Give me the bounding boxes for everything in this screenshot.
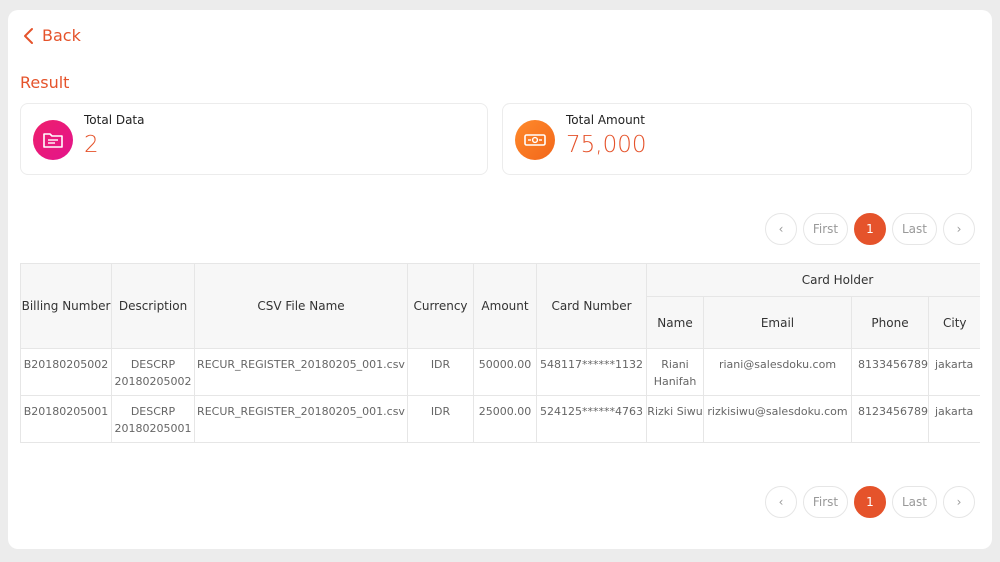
cell-city: jakarta [927,395,980,443]
pagination-top: ‹ First 1 Last › [765,213,975,245]
cell-phone: 8123456789 [851,395,929,443]
cell-amount: 25000.00 [473,395,537,443]
cell-csv-file-name: RECUR_REGISTER_20180205_001.csv [194,348,408,396]
result-table-container[interactable]: Billing Number Description CSV File Name… [20,263,980,445]
cell-csv-file-name: RECUR_REGISTER_20180205_001.csv [194,395,408,443]
total-data-label: Total Data [84,113,145,127]
back-label: Back [42,26,81,45]
cell-description: DESCRP 20180205001 [111,395,195,443]
cell-currency: IDR [407,395,474,443]
header-name: Name [646,296,704,349]
cell-description: DESCRP 20180205002 [111,348,195,396]
cell-name: Riani Hanifah [646,348,704,396]
cell-billing-number: B20180205001 [20,395,112,443]
current-page-button[interactable]: 1 [854,486,886,518]
header-amount: Amount [473,263,537,349]
total-amount-card: Total Amount 75,000 [502,103,972,175]
header-currency: Currency [407,263,474,349]
first-page-button[interactable]: First [803,213,848,245]
back-button[interactable]: Back [22,26,81,45]
cell-phone: 8133456789 [851,348,929,396]
result-table: Billing Number Description CSV File Name… [20,263,980,443]
header-card-holder: Card Holder [645,263,980,297]
cell-card-number: 548117******1132 [536,348,647,396]
cell-amount: 50000.00 [473,348,537,396]
chevron-left-icon [22,27,34,45]
cell-currency: IDR [407,348,474,396]
header-city: City [927,296,980,349]
cell-email: rizkisiwu@salesdoku.com [703,395,852,443]
last-page-button[interactable]: Last [892,486,937,518]
pagination-bottom: ‹ First 1 Last › [765,486,975,518]
result-title: Result [20,73,70,92]
total-data-card: Total Data 2 [20,103,488,175]
header-description: Description [111,263,195,349]
table-row: B20180205002 DESCRP 20180205002 RECUR_RE… [20,348,980,396]
header-csv-file-name: CSV File Name [194,263,408,349]
prev-page-button[interactable]: ‹ [765,486,797,518]
total-data-value: 2 [84,132,99,158]
total-amount-label: Total Amount [566,113,645,127]
total-amount-value: 75,000 [566,132,647,158]
next-page-button[interactable]: › [943,486,975,518]
first-page-button[interactable]: First [803,486,848,518]
header-card-number: Card Number [536,263,647,349]
prev-page-button[interactable]: ‹ [765,213,797,245]
money-icon [515,120,555,160]
header-phone: Phone [851,296,929,349]
next-page-button[interactable]: › [943,213,975,245]
cell-name: Rizki Siwu [646,395,704,443]
cell-billing-number: B20180205002 [20,348,112,396]
last-page-button[interactable]: Last [892,213,937,245]
document-icon [33,120,73,160]
header-billing-number: Billing Number [20,263,112,349]
table-row: B20180205001 DESCRP 20180205001 RECUR_RE… [20,395,980,443]
result-card: Back Result Total Data 2 Total Amount 75… [8,10,992,549]
cell-email: riani@salesdoku.com [703,348,852,396]
header-email: Email [703,296,852,349]
current-page-button[interactable]: 1 [854,213,886,245]
cell-city: jakarta [927,348,980,396]
cell-card-number: 524125******4763 [536,395,647,443]
